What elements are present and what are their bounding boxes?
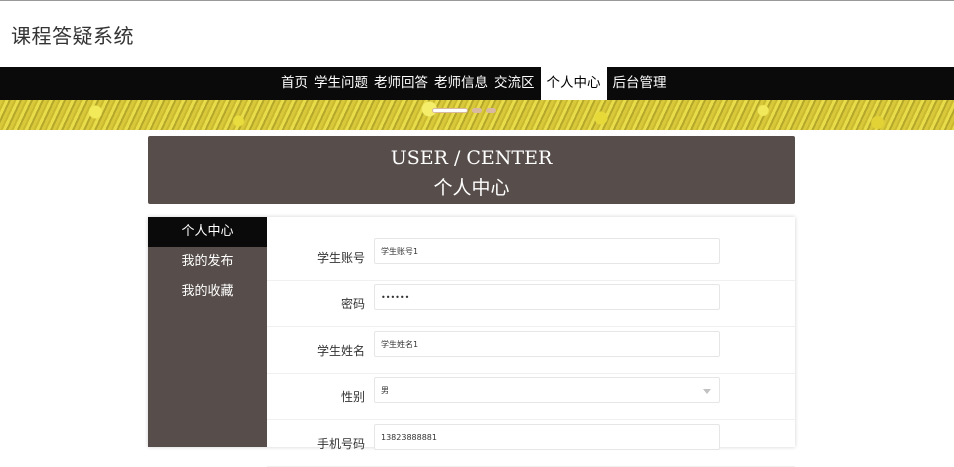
account-input[interactable]: 学生账号1 (374, 238, 720, 264)
account-label: 学生账号 (316, 251, 365, 265)
sidebar: 个人中心 我的发布 我的收藏 (148, 217, 267, 447)
sidebar-item-my-favorites[interactable]: 我的收藏 (148, 277, 267, 307)
banner-image (0, 100, 954, 130)
carousel-dot-3[interactable] (486, 108, 496, 113)
carousel-dot-1[interactable] (432, 108, 468, 113)
page-header: USER / CENTER 个人中心 (148, 136, 795, 204)
nav-item-home[interactable]: 首页 (278, 67, 311, 100)
gender-select[interactable]: 男 (374, 377, 720, 403)
nav-item-admin[interactable]: 后台管理 (610, 67, 670, 100)
nav-item-forum[interactable]: 交流区 (491, 67, 538, 100)
chevron-down-icon (703, 389, 711, 394)
nav-menu: 首页 学生问题 老师回答 老师信息 交流区 个人中心 后台管理 (278, 67, 670, 100)
gender-label: 性别 (340, 390, 365, 404)
nav-item-student-questions[interactable]: 学生问题 (311, 67, 371, 100)
carousel-dot-2[interactable] (472, 108, 482, 113)
password-label: 密码 (340, 297, 365, 311)
form-row-password: 密码 •••••• (267, 280, 795, 327)
form-row-account: 学生账号 学生账号1 (267, 234, 795, 281)
site-title: 课程答疑系统 (11, 24, 134, 48)
sidebar-item-my-posts[interactable]: 我的发布 (148, 247, 267, 277)
top-border (0, 0, 954, 1)
page-title-en: USER / CENTER (390, 147, 553, 169)
form-row-gender: 性别 男 (267, 373, 795, 420)
phone-input[interactable]: 13823888881 (374, 424, 720, 450)
content-panel: 个人中心 我的发布 我的收藏 学生账号 学生账号1 密码 •••••• 学生姓名… (148, 217, 795, 467)
password-input[interactable]: •••••• (374, 284, 720, 310)
gender-select-value: 男 (381, 386, 389, 395)
nav-item-teacher-answers[interactable]: 老师回答 (371, 67, 431, 100)
name-input[interactable]: 学生姓名1 (374, 331, 720, 357)
nav-item-personal-center[interactable]: 个人中心 (540, 67, 607, 100)
form-row-name: 学生姓名 学生姓名1 (267, 327, 795, 374)
name-label: 学生姓名 (316, 344, 365, 358)
phone-label: 手机号码 (316, 437, 365, 451)
carousel-indicators (432, 108, 496, 113)
main-navbar: 首页 学生问题 老师回答 老师信息 交流区 个人中心 后台管理 (0, 67, 954, 100)
page-title-cn: 个人中心 (433, 177, 510, 199)
form-row-phone: 手机号码 13823888881 (267, 420, 795, 467)
sidebar-item-personal-center[interactable]: 个人中心 (148, 217, 267, 247)
nav-item-teacher-info[interactable]: 老师信息 (431, 67, 491, 100)
